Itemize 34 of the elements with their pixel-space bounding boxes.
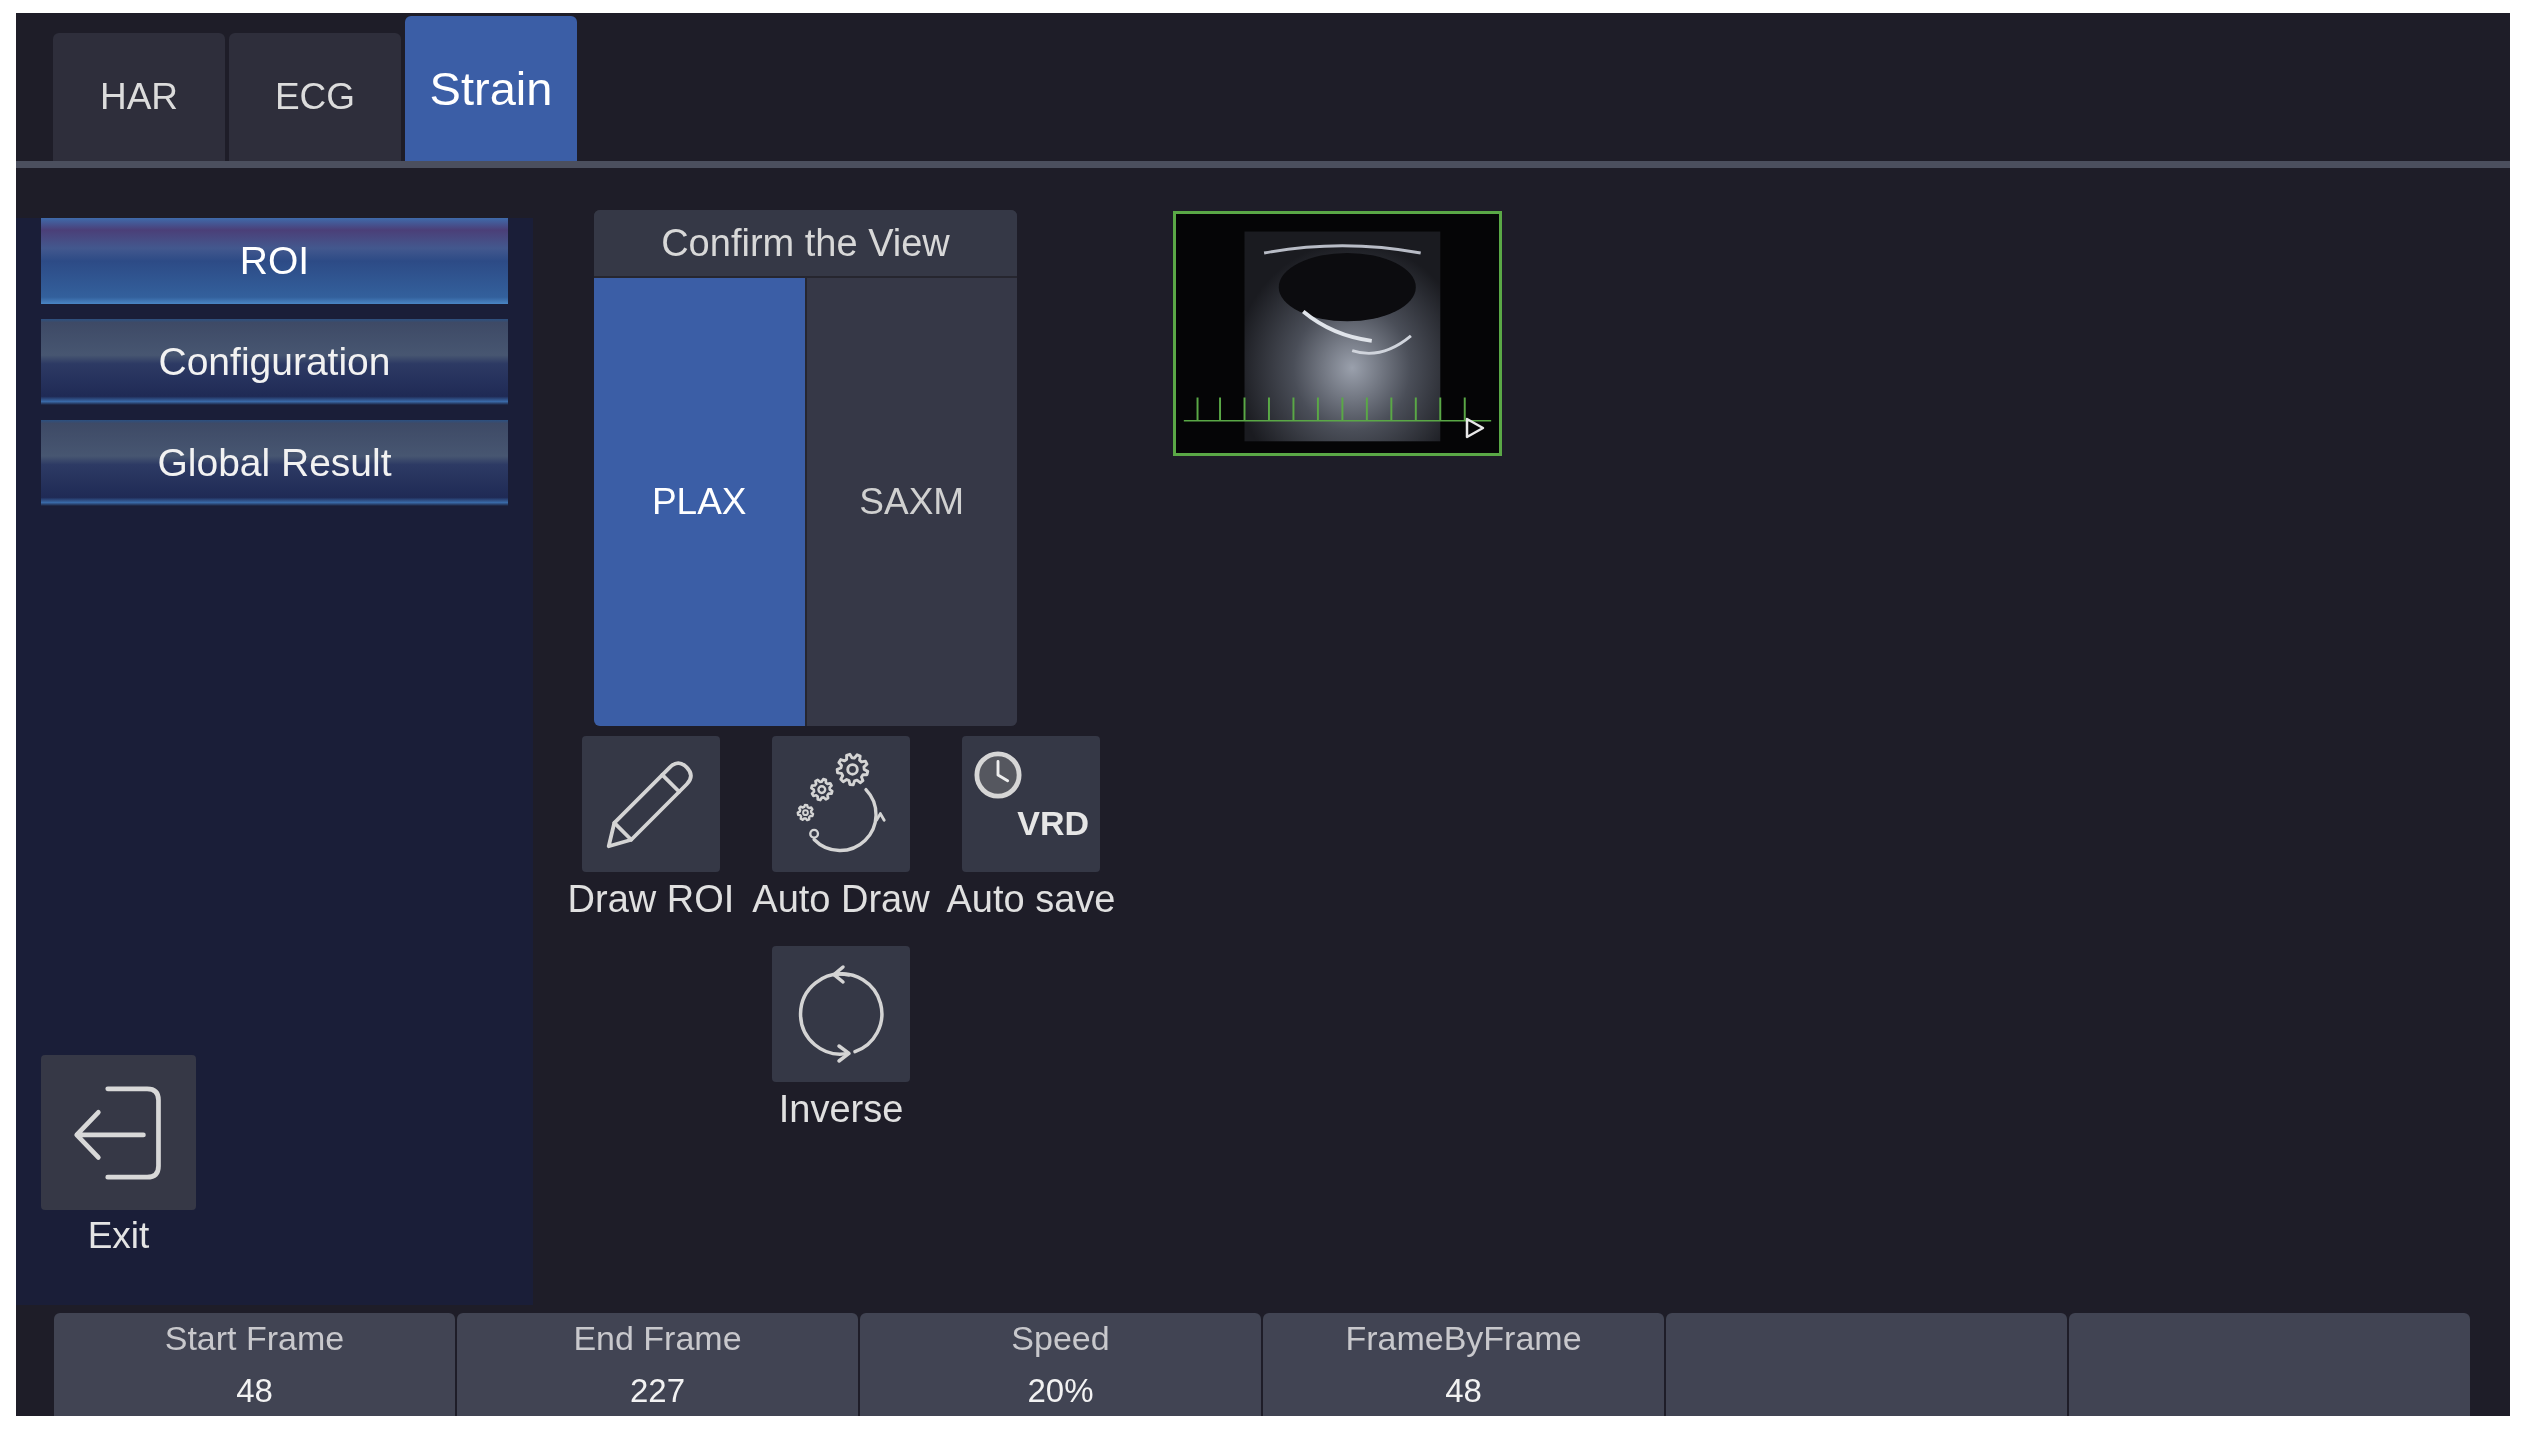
- play-icon[interactable]: [1465, 417, 1485, 439]
- tool-button[interactable]: [582, 736, 720, 872]
- parameter-label: Speed: [1011, 1318, 1110, 1358]
- parameter-value: 20%: [1027, 1371, 1094, 1411]
- parameter-tile[interactable]: Start Frame 48: [54, 1313, 455, 1416]
- view-option[interactable]: SAXM: [806, 278, 1017, 726]
- parameter-value: 48: [236, 1371, 273, 1411]
- parameter-tile[interactable]: Speed 20%: [860, 1313, 1261, 1416]
- icon-text: VRD: [1017, 805, 1089, 841]
- parameter-value: 227: [629, 1371, 686, 1411]
- tool-button[interactable]: [772, 946, 910, 1082]
- exit-label: Exit: [87, 1214, 150, 1258]
- tab[interactable]: ECG: [229, 33, 401, 161]
- sidebar-item[interactable]: Global Result: [41, 420, 508, 506]
- parameter-label: FrameByFrame: [1345, 1318, 1582, 1358]
- clock-icon: [974, 751, 1022, 799]
- tool-button[interactable]: [772, 736, 910, 872]
- tool-label: Auto Draw: [752, 877, 930, 921]
- tool-label: Draw ROI: [567, 877, 735, 921]
- tool-label: Inverse: [778, 1087, 904, 1131]
- view-option[interactable]: PLAX: [594, 278, 805, 726]
- panel-header: Confirm the View: [594, 210, 1017, 278]
- tool-label: Auto save: [946, 877, 1116, 921]
- sidebar-item[interactable]: ROI: [41, 218, 508, 304]
- tab[interactable]: HAR: [53, 33, 225, 161]
- exit-button[interactable]: [41, 1055, 196, 1210]
- parameter-tile[interactable]: End Frame 227: [457, 1313, 858, 1416]
- parameter-tile[interactable]: FrameByFrame 48: [1263, 1313, 1664, 1416]
- sidebar-item[interactable]: Configuration: [41, 319, 508, 405]
- tool-button[interactable]: VRD: [962, 736, 1100, 872]
- tab[interactable]: Strain: [405, 16, 577, 161]
- parameter-value: 48: [1445, 1371, 1482, 1411]
- parameter-label: End Frame: [573, 1318, 742, 1358]
- parameter-label: Start Frame: [164, 1318, 345, 1358]
